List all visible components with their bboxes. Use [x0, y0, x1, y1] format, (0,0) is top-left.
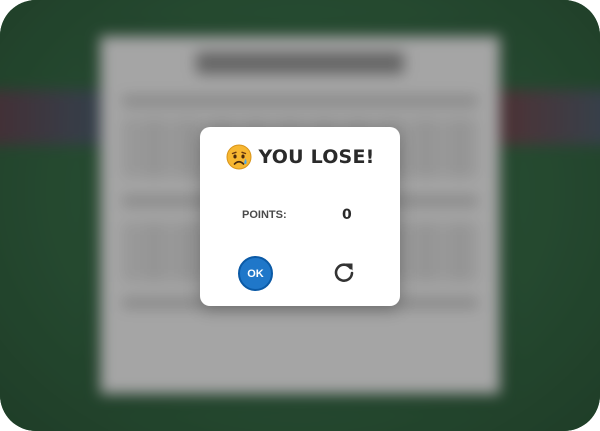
restart-icon: [331, 259, 357, 289]
game-over-dialog: YOU LOSE! POINTS: 0 OK: [200, 127, 400, 306]
sad-tear-face-icon: [226, 144, 252, 170]
result-title: YOU LOSE!: [258, 146, 375, 168]
ok-button-label: OK: [247, 267, 264, 280]
points-value: 0: [342, 207, 352, 223]
points-label: POINTS:: [242, 209, 287, 221]
dialog-title: YOU LOSE!: [200, 144, 400, 170]
ok-button[interactable]: OK: [238, 256, 273, 291]
game-screen: YOU LOSE! POINTS: 0 OK: [0, 0, 600, 431]
restart-button[interactable]: [329, 259, 359, 289]
